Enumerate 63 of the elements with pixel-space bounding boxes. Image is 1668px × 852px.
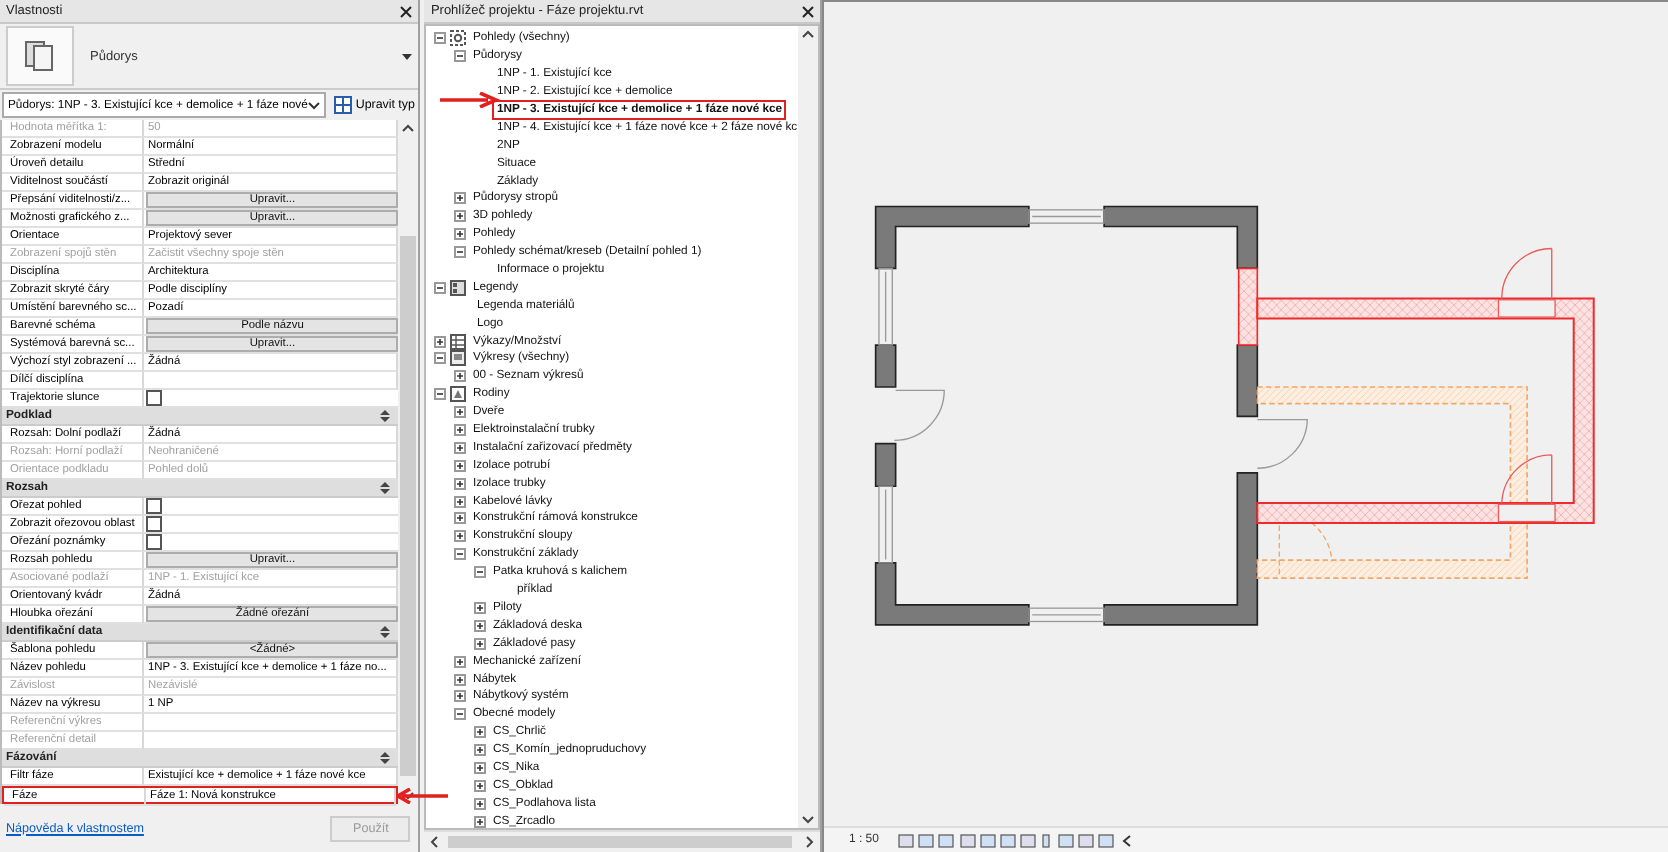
collapse-icon[interactable] (434, 281, 447, 294)
view-icon (450, 30, 467, 47)
expand-icon[interactable] (454, 530, 467, 543)
expand-icon[interactable] (454, 690, 467, 703)
expand-icon[interactable] (454, 512, 467, 525)
documents-icon (24, 40, 56, 72)
expand-icon[interactable] (474, 637, 487, 650)
expand-icon[interactable] (454, 192, 467, 205)
checkbox[interactable] (146, 516, 162, 532)
family-icon (450, 386, 467, 403)
expand-icon[interactable] (454, 673, 467, 685)
table-icon (450, 333, 467, 350)
checkbox[interactable] (146, 534, 162, 550)
close-icon[interactable] (400, 5, 413, 17)
vertical-scrollbar[interactable] (398, 120, 419, 804)
collapse-icon[interactable] (454, 246, 467, 259)
collapse-icon[interactable] (434, 32, 447, 45)
checkbox[interactable] (146, 498, 162, 514)
expand-icon[interactable] (474, 619, 487, 632)
expand-icon[interactable] (454, 406, 467, 419)
expand-icon[interactable] (454, 441, 467, 454)
collapse-icon[interactable] (380, 752, 391, 764)
expand-icon[interactable] (474, 779, 487, 792)
scroll-left-icon[interactable] (430, 836, 439, 848)
expand-icon[interactable] (454, 459, 467, 472)
expand-icon[interactable] (454, 495, 467, 508)
expand-icon[interactable] (454, 370, 467, 383)
collapse-icon[interactable] (380, 410, 391, 422)
expand-icon[interactable] (454, 228, 467, 241)
chevron-down-icon[interactable] (307, 101, 320, 109)
scroll-up-icon[interactable] (402, 124, 415, 132)
collapse-icon[interactable] (380, 482, 391, 494)
collapse-icon[interactable] (454, 708, 467, 721)
legend-icon (450, 279, 467, 296)
scroll-down-icon[interactable] (402, 792, 415, 800)
expand-icon[interactable] (474, 797, 487, 810)
expand-icon[interactable] (454, 477, 467, 490)
annotation-arrow (440, 92, 500, 108)
sheet-icon (450, 350, 467, 367)
expand-icon[interactable] (454, 424, 467, 437)
expand-icon[interactable] (454, 655, 467, 668)
vertical-scrollbar[interactable] (798, 26, 819, 828)
expand-icon[interactable] (474, 726, 487, 739)
expand-icon[interactable] (474, 744, 487, 757)
collapse-icon[interactable] (434, 388, 447, 401)
expand-icon[interactable] (434, 335, 447, 348)
close-icon[interactable] (802, 5, 815, 17)
expand-icon[interactable] (454, 210, 467, 223)
checkbox[interactable] (146, 390, 162, 406)
expand-icon[interactable] (474, 815, 487, 828)
scroll-up-icon[interactable] (802, 30, 815, 38)
dropdown-arrow-icon[interactable] (402, 53, 413, 59)
collapse-icon[interactable] (434, 352, 447, 365)
collapse-icon[interactable] (454, 548, 467, 561)
horizontal-scrollbar[interactable] (424, 830, 821, 852)
collapse-icon[interactable] (380, 626, 391, 638)
grid-icon (333, 96, 352, 114)
expand-icon[interactable] (474, 601, 487, 614)
expand-icon[interactable] (474, 761, 487, 774)
scroll-down-icon[interactable] (802, 816, 815, 824)
collapse-icon[interactable] (474, 566, 487, 579)
scroll-right-icon[interactable] (806, 836, 815, 848)
collapse-icon[interactable] (454, 50, 467, 63)
